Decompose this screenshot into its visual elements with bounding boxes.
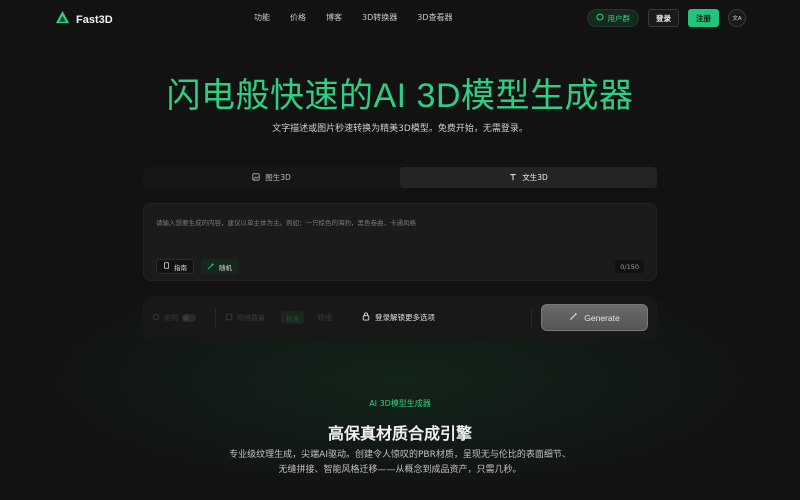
option-explain: 说明 xyxy=(152,313,196,323)
logo-icon xyxy=(55,10,70,29)
tab-image-label: 图生3D xyxy=(265,173,291,182)
feature-description: 专业级纹理生成，尖端AI驱动。创建令人惊叹的PBR材质，呈现无与伦比的表面细节、… xyxy=(229,450,571,475)
explain-toggle xyxy=(182,314,196,322)
prompt-placeholder: 请输入想要生成的内容，建议以单主体为主。例如：一只棕色的海豹，黑色卷曲，卡通风格 xyxy=(156,219,416,227)
book-icon xyxy=(163,262,170,271)
brand-name: Fast3D xyxy=(76,13,113,26)
logo[interactable]: Fast3D xyxy=(55,10,113,29)
char-count: 0/150 xyxy=(615,260,644,273)
grid-icon xyxy=(225,313,233,323)
divider xyxy=(531,308,532,328)
mode-tabs: 图生3D 文生3D xyxy=(143,167,657,188)
sparkle-icon xyxy=(207,262,215,272)
chat-icon xyxy=(595,13,604,23)
guide-button[interactable]: 指南 xyxy=(156,259,194,274)
top-nav: Fast3D 功能 价格 博客 3D转换器 3D查看器 用户群 登录 注册 文A xyxy=(0,0,800,36)
image-icon xyxy=(252,172,260,183)
register-button[interactable]: 注册 xyxy=(688,9,719,27)
prompt-input[interactable]: 请输入想要生成的内容，建议以单主体为主。例如：一只棕色的海豹，黑色卷曲，卡通风格… xyxy=(143,203,657,281)
text-icon xyxy=(509,173,517,183)
option-explain-label: 说明 xyxy=(164,314,178,322)
nav-link-pricing[interactable]: 价格 xyxy=(290,12,306,23)
option-mesh: 网格数量 xyxy=(225,313,265,323)
wand-icon xyxy=(569,312,578,323)
feature-title: 高保真材质合成引擎 xyxy=(327,424,472,443)
user-group-button[interactable]: 用户群 xyxy=(586,9,639,27)
tab-text-to-3d[interactable]: 文生3D xyxy=(400,167,657,188)
options-bar: 说明 网格数量 标准 精细 登录解锁更多选项 Generate xyxy=(143,296,657,340)
unlock-label: 登录解锁更多选项 xyxy=(375,313,435,322)
hero-title: 闪电般快速的AI 3D模型生成器 xyxy=(166,77,634,115)
tab-text-label: 文生3D xyxy=(522,173,548,182)
translate-icon: 文A xyxy=(732,16,742,22)
tab-image-to-3d[interactable]: 图生3D xyxy=(143,167,400,188)
nav-link-features[interactable]: 功能 xyxy=(254,12,270,23)
hero-subtitle: 文字描述或图片秒速转换为精美3D模型。免费开始，无需登录。 xyxy=(272,124,528,134)
generate-button[interactable]: Generate xyxy=(541,304,648,331)
login-button[interactable]: 登录 xyxy=(648,9,679,27)
divider xyxy=(215,308,216,328)
nav-links: 功能 价格 博客 3D转换器 3D查看器 xyxy=(254,12,453,23)
nav-link-converter[interactable]: 3D转换器 xyxy=(362,12,397,23)
language-button[interactable]: 文A xyxy=(728,9,746,27)
random-button[interactable]: 随机 xyxy=(201,259,238,274)
nav-link-blog[interactable]: 博客 xyxy=(326,12,342,23)
nav-link-viewer[interactable]: 3D查看器 xyxy=(417,12,452,23)
unlock-options-button[interactable]: 登录解锁更多选项 xyxy=(362,312,435,323)
option-fine-label: 精细 xyxy=(318,314,332,322)
guide-label: 指南 xyxy=(174,263,187,272)
comment-icon xyxy=(152,313,160,323)
user-group-label: 用户群 xyxy=(607,13,631,23)
option-fine: 精细 xyxy=(318,313,332,323)
generate-label: Generate xyxy=(584,312,620,323)
option-standard: 标准 xyxy=(281,311,304,324)
option-mesh-label: 网格数量 xyxy=(237,314,265,322)
feature-tag: AI 3D模型生成器 xyxy=(369,399,431,408)
lock-icon xyxy=(362,312,370,323)
random-label: 随机 xyxy=(219,263,232,272)
nav-actions: 用户群 登录 注册 文A xyxy=(586,9,746,27)
